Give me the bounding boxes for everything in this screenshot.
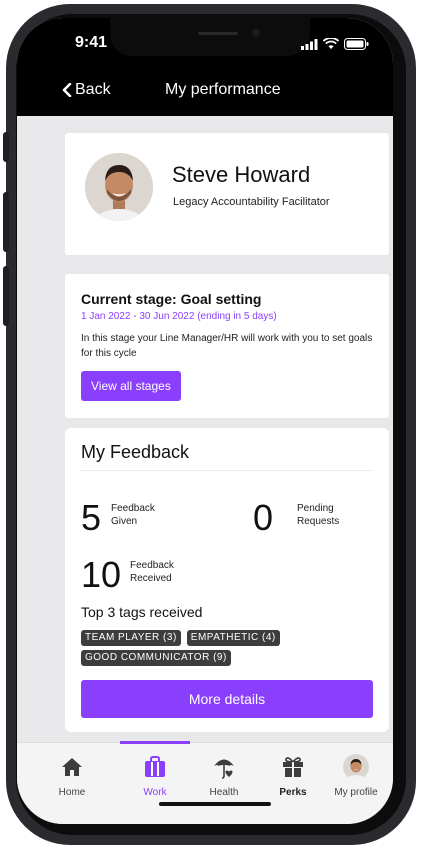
tab-home[interactable]: Home — [37, 753, 107, 798]
status-icons — [301, 38, 369, 50]
wifi-icon — [323, 38, 339, 49]
chevron-left-icon — [62, 83, 72, 97]
tab-label: Home — [58, 787, 86, 798]
mute-switch — [3, 132, 9, 162]
view-all-stages-button[interactable]: View all stages — [81, 371, 181, 401]
feedback-received-label: Feedback Received — [130, 559, 174, 585]
tab-bar: Home Work Health Perks My profile — [17, 741, 393, 824]
tag-list: TEAM PLAYER (3) EMPATHETIC (4) GOOD COMM… — [81, 630, 381, 666]
back-button[interactable]: Back — [61, 81, 111, 99]
label-line: Pending — [297, 503, 334, 514]
feedback-received-count: 10 — [81, 554, 122, 595]
volume-up-button — [3, 192, 9, 252]
feedback-given-label: Feedback Given — [111, 502, 155, 528]
label-line: Feedback — [130, 560, 174, 571]
profile-role: Legacy Accountability Facilitator — [173, 196, 330, 208]
tab-label: Perks — [279, 787, 307, 798]
stage-description: In this stage your Line Manager/HR will … — [81, 333, 373, 359]
front-camera — [252, 29, 260, 37]
tab-health[interactable]: Health — [189, 753, 259, 798]
notch — [110, 18, 310, 56]
pending-requests-count: 0 — [253, 497, 274, 538]
gift-icon — [258, 753, 328, 781]
tag-good-communicator: GOOD COMMUNICATOR (9) — [81, 650, 231, 666]
tag-empathetic: EMPATHETIC (4) — [186, 630, 280, 646]
label-line: Given — [111, 516, 138, 527]
tab-perks[interactable]: Perks — [258, 753, 328, 798]
tab-work[interactable]: Work — [120, 753, 190, 798]
profile-name: Steve Howard — [172, 162, 311, 187]
app-header: 9:41 Back My performance — [17, 18, 393, 116]
more-details-button[interactable]: More details — [81, 680, 373, 718]
app-screen: 9:41 Back My performance Steve Howard Le… — [17, 18, 393, 824]
tag-team-player: TEAM PLAYER (3) — [81, 630, 181, 646]
stage-dates: 1 Jan 2022 - 30 Jun 2022 (ending in 5 da… — [81, 311, 277, 322]
stage-card: Current stage: Goal setting 1 Jan 2022 -… — [65, 274, 389, 418]
feedback-title: My Feedback — [81, 442, 190, 462]
tags-title: Top 3 tags received — [81, 604, 203, 620]
umbrella-heart-icon — [189, 753, 259, 781]
label-line: Received — [130, 573, 172, 584]
divider — [81, 470, 373, 471]
tab-label: My profile — [334, 787, 378, 798]
home-icon — [37, 753, 107, 781]
back-label: Back — [75, 81, 111, 98]
tab-label: Work — [143, 787, 167, 798]
volume-down-button — [3, 266, 9, 326]
profile-card: Steve Howard Legacy Accountability Facil… — [65, 133, 389, 255]
briefcase-icon — [120, 753, 190, 781]
stage-title: Current stage: Goal setting — [81, 291, 262, 307]
tab-my-profile[interactable]: My profile — [323, 753, 389, 798]
home-indicator — [159, 802, 271, 806]
tab-label: Health — [209, 787, 239, 798]
active-tab-indicator — [120, 741, 190, 744]
speaker-grille — [198, 32, 238, 35]
feedback-card: My Feedback 5 Feedback Given 0 Pending R… — [65, 428, 389, 732]
label-line: Requests — [297, 516, 340, 527]
feedback-given-count: 5 — [81, 497, 102, 538]
battery-icon — [344, 38, 369, 50]
status-time: 9:41 — [75, 34, 108, 51]
signal-icon — [301, 38, 318, 50]
avatar — [85, 153, 153, 221]
avatar — [323, 753, 389, 781]
pending-requests-label: Pending Requests — [297, 502, 339, 528]
label-line: Feedback — [111, 503, 155, 514]
page-title: My performance — [165, 81, 281, 98]
